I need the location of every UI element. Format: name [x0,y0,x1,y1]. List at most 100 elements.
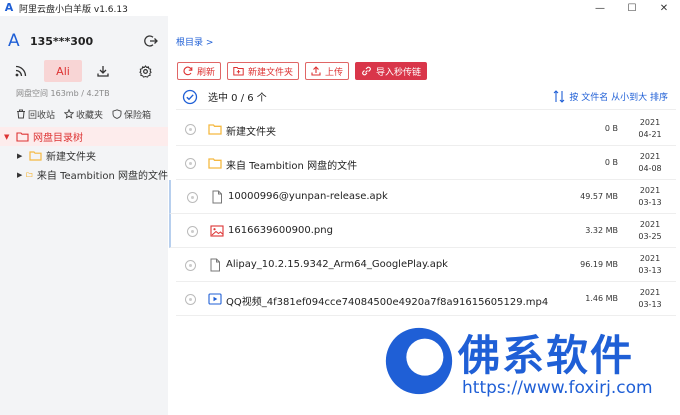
sort-control[interactable]: 按 文件名 从小到大 排序 [553,90,668,103]
minimize-button[interactable]: — [584,0,616,16]
safe-label: 保险箱 [124,110,152,121]
caret-down-icon[interactable]: ▼ [4,133,12,141]
quick-links: 回收站 收藏夹 保险箱 [16,107,168,121]
upload-button[interactable]: 上传 [305,62,350,80]
avatar: A [8,31,20,51]
video-icon [208,293,222,305]
file-date: 2021 03-13 [630,253,670,277]
file-date: 2021 03-25 [630,219,670,243]
file-icon [210,258,220,272]
title-bar: A 阿里云盘小白羊版 v1.6.13 — ☐ ✕ [0,0,680,16]
file-row[interactable]: 来自 Teambition 网盘的文件 0 B 2021 04-08 [176,146,676,180]
file-row[interactable]: 1616639600900.png 3.32 MB 2021 03-25 [169,214,676,248]
caret-right-icon[interactable]: ▶ [17,152,25,160]
download-icon [97,66,109,77]
tree-root[interactable]: ▼ 网盘目录树 [0,127,168,146]
folder-icon [29,151,42,161]
sidebar-toolbar: Ali [0,60,168,82]
settings-button[interactable] [136,60,154,82]
file-name: Alipay_10.2.15.9342_Arm64_GooglePlay.apk [226,259,448,270]
file-date: 2021 04-08 [630,151,670,175]
logout-icon[interactable] [144,34,158,48]
file-date: 2021 03-13 [630,185,670,209]
folder-icon [26,172,33,178]
file-size: 49.57 MB [580,192,618,201]
row-checkbox[interactable] [185,294,196,305]
drive-icon [16,132,29,142]
row-checkbox[interactable] [187,192,198,203]
link-icon [362,66,371,76]
close-button[interactable]: ✕ [648,0,680,16]
file-date-year: 2021 [639,186,661,195]
row-checkbox[interactable] [185,158,196,169]
ali-tab[interactable]: Ali [44,60,82,82]
action-toolbar: 刷新 新建文件夹 上传 导入秒传链 [177,62,433,80]
file-size: 1.46 MB [585,294,618,303]
safe-link[interactable]: 保险箱 [112,108,151,121]
download-button[interactable] [94,60,112,82]
refresh-icon [183,66,193,76]
file-row[interactable]: 新建文件夹 0 B 2021 04-21 [176,112,676,146]
window-title: 阿里云盘小白羊版 v1.6.13 [19,4,128,15]
row-checkbox[interactable] [185,124,196,135]
tree-item-label: 来自 Teambition 网盘的文件 [36,171,168,182]
storage-space: 网盘空间 163mb / 4.2TB [16,89,110,98]
select-all-checkbox[interactable] [182,89,198,105]
window-controls: — ☐ ✕ [584,0,680,16]
file-size: 0 B [604,124,618,133]
file-date-day: 03-25 [638,232,662,241]
file-name: 1616639600900.png [228,225,333,236]
file-date-year: 2021 [639,152,661,161]
watermark-logo-icon [385,327,453,395]
trash-icon [17,109,25,119]
file-date: 2021 04-21 [630,117,670,141]
file-size: 3.32 MB [585,226,618,235]
file-date-year: 2021 [639,254,661,263]
favorites-link[interactable]: 收藏夹 [64,108,103,121]
sort-icon [554,90,565,103]
upload-icon [311,66,321,76]
import-link-button[interactable]: 导入秒传链 [355,62,428,80]
tree-item-new-folder[interactable]: ▶ 新建文件夹 [0,146,168,165]
file-date-day: 03-13 [638,266,662,275]
refresh-button[interactable]: 刷新 [177,62,222,80]
tree-item-label: 新建文件夹 [46,152,96,163]
rss-button[interactable] [12,60,30,82]
image-icon [210,225,224,237]
folder-add-icon [233,67,244,76]
folder-icon [208,158,222,169]
folder-tree: ▼ 网盘目录树 ▶ 新建文件夹 ▶ 来自 Teambition 网盘的文件 [0,127,168,184]
file-row[interactable]: 10000996@yunpan-release.apk 49.57 MB 202… [169,180,676,214]
file-date-day: 04-08 [638,164,662,173]
gear-icon [138,64,152,78]
caret-right-icon[interactable]: ▶ [17,171,22,179]
refresh-label: 刷新 [197,67,216,78]
account-row: A 135***300 [8,31,158,51]
file-name: 10000996@yunpan-release.apk [228,191,388,202]
file-date-year: 2021 [639,118,661,127]
file-size: 96.19 MB [580,260,618,269]
breadcrumb[interactable]: 根目录 > [176,35,213,48]
file-date-day: 03-13 [638,198,662,207]
file-name: 新建文件夹 [226,127,276,138]
maximize-button[interactable]: ☐ [616,0,648,16]
row-checkbox[interactable] [185,260,196,271]
safe-icon [112,109,122,119]
file-row[interactable]: Alipay_10.2.15.9342_Arm64_GooglePlay.apk… [176,248,676,282]
file-date-day: 04-21 [638,130,662,139]
selection-header: 选中 0 / 6 个 按 文件名 从小到大 排序 [176,84,676,110]
recycle-bin-link[interactable]: 回收站 [16,108,55,121]
file-date-year: 2021 [639,220,661,229]
tree-item-teambition[interactable]: ▶ 来自 Teambition 网盘的文件 [0,165,168,184]
folder-icon [208,124,222,135]
watermark: 佛系软件 https://www.foxirj.com [380,318,680,415]
account-name[interactable]: 135***300 [30,35,93,48]
file-list: 新建文件夹 0 B 2021 04-21 来自 Teambition 网盘的文件… [168,112,676,316]
sidebar: A 135***300 Ali 网盘空间 163mb / 4.2TB 回收站 收… [0,16,168,415]
upload-label: 上传 [325,67,344,78]
new-folder-button[interactable]: 新建文件夹 [227,62,300,80]
rss-icon [15,65,27,77]
row-checkbox[interactable] [187,226,198,237]
file-row[interactable]: QQ视频_4f381ef094cce74084500e4920a7f8a9161… [176,282,676,316]
file-date: 2021 03-13 [630,287,670,311]
